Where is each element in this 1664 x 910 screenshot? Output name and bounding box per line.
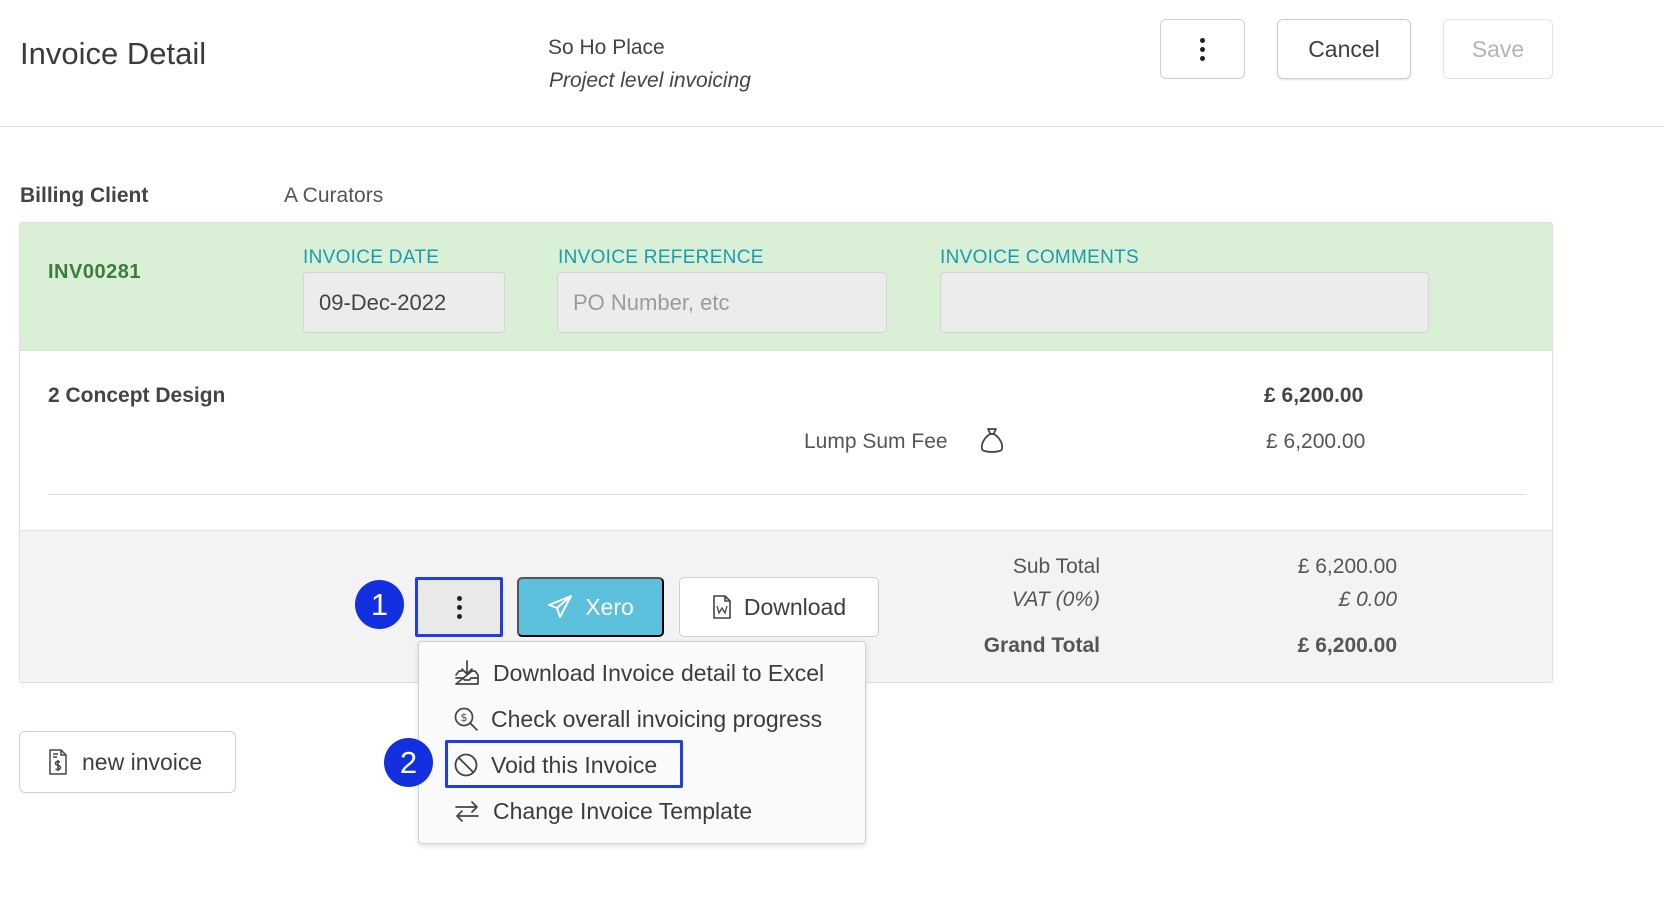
new-invoice-label: new invoice xyxy=(82,748,203,775)
void-highlight-box xyxy=(445,740,683,788)
menu-item-download-excel[interactable]: Download Invoice detail to Excel xyxy=(453,653,824,693)
sub-total-label: Sub Total xyxy=(1012,555,1100,578)
swap-arrows-icon xyxy=(455,801,479,822)
invoice-comments-label: INVOICE COMMENTS xyxy=(940,247,1140,268)
invoice-actions-button[interactable] xyxy=(415,577,503,637)
invoice-card: INV00281 INVOICE DATE 09-Dec-2022 INVOIC… xyxy=(19,222,1553,683)
menu-item-change-template[interactable]: Change Invoice Template xyxy=(453,791,752,831)
line-item-title: 2 Concept Design xyxy=(48,384,226,407)
cancel-button[interactable]: Cancel xyxy=(1277,19,1411,79)
invoice-comments-input[interactable] xyxy=(940,272,1429,333)
send-icon xyxy=(548,595,573,618)
xero-button[interactable]: Xero xyxy=(517,577,664,637)
kebab-icon xyxy=(456,595,462,619)
more-options-button[interactable] xyxy=(1160,19,1245,79)
download-label: Download xyxy=(743,593,847,620)
vat-label: VAT (0%) xyxy=(1011,588,1100,611)
invoice-number: INV00281 xyxy=(48,261,141,283)
line-item-amount: £ 6,200.00 xyxy=(1264,384,1364,407)
menu-item-label: Download Invoice detail to Excel xyxy=(493,659,825,686)
new-invoice-button[interactable]: new invoice xyxy=(19,731,236,793)
page-header: Invoice Detail So Ho Place Project level… xyxy=(0,0,1664,127)
step-badge-1: 1 xyxy=(355,580,404,629)
menu-item-label: Change Invoice Template xyxy=(493,797,753,824)
project-name: So Ho Place xyxy=(548,36,665,59)
invoice-document-icon xyxy=(49,749,67,775)
menu-item-check-progress[interactable]: $ Check overall invoicing progress xyxy=(453,699,822,739)
fee-type-label: Lump Sum Fee xyxy=(804,430,948,453)
sub-total-value: £ 6,200.00 xyxy=(1297,555,1397,578)
download-tray-icon xyxy=(455,660,479,685)
menu-item-label: Check overall invoicing progress xyxy=(491,705,823,732)
invoice-header-band: INV00281 INVOICE DATE 09-Dec-2022 INVOIC… xyxy=(20,223,1552,351)
invoice-date-label: INVOICE DATE xyxy=(303,247,440,268)
project-subtitle: Project level invoicing xyxy=(549,69,751,92)
line-divider xyxy=(48,494,1526,495)
grand-total-label: Grand Total xyxy=(983,634,1100,657)
vat-value: £ 0.00 xyxy=(1338,588,1397,611)
billing-client-value: A Curators xyxy=(284,184,384,207)
fee-amount: £ 6,200.00 xyxy=(1266,430,1366,453)
step-badge-2: 2 xyxy=(384,738,433,787)
save-button[interactable]: Save xyxy=(1443,19,1553,79)
invoice-reference-input[interactable]: PO Number, etc xyxy=(557,272,887,333)
billing-client-label: Billing Client xyxy=(20,184,149,207)
grand-total-value: £ 6,200.00 xyxy=(1297,634,1397,657)
download-button[interactable]: Download xyxy=(679,577,879,637)
search-money-icon: $ xyxy=(454,707,478,731)
invoice-reference-label: INVOICE REFERENCE xyxy=(558,247,764,268)
kebab-icon xyxy=(1200,37,1205,61)
invoice-date-input[interactable]: 09-Dec-2022 xyxy=(303,272,505,333)
page-title: Invoice Detail xyxy=(20,36,207,71)
word-document-icon xyxy=(713,595,731,619)
xero-label: Xero xyxy=(585,593,634,620)
svg-text:$: $ xyxy=(461,711,468,724)
money-bag-icon xyxy=(980,428,1004,453)
